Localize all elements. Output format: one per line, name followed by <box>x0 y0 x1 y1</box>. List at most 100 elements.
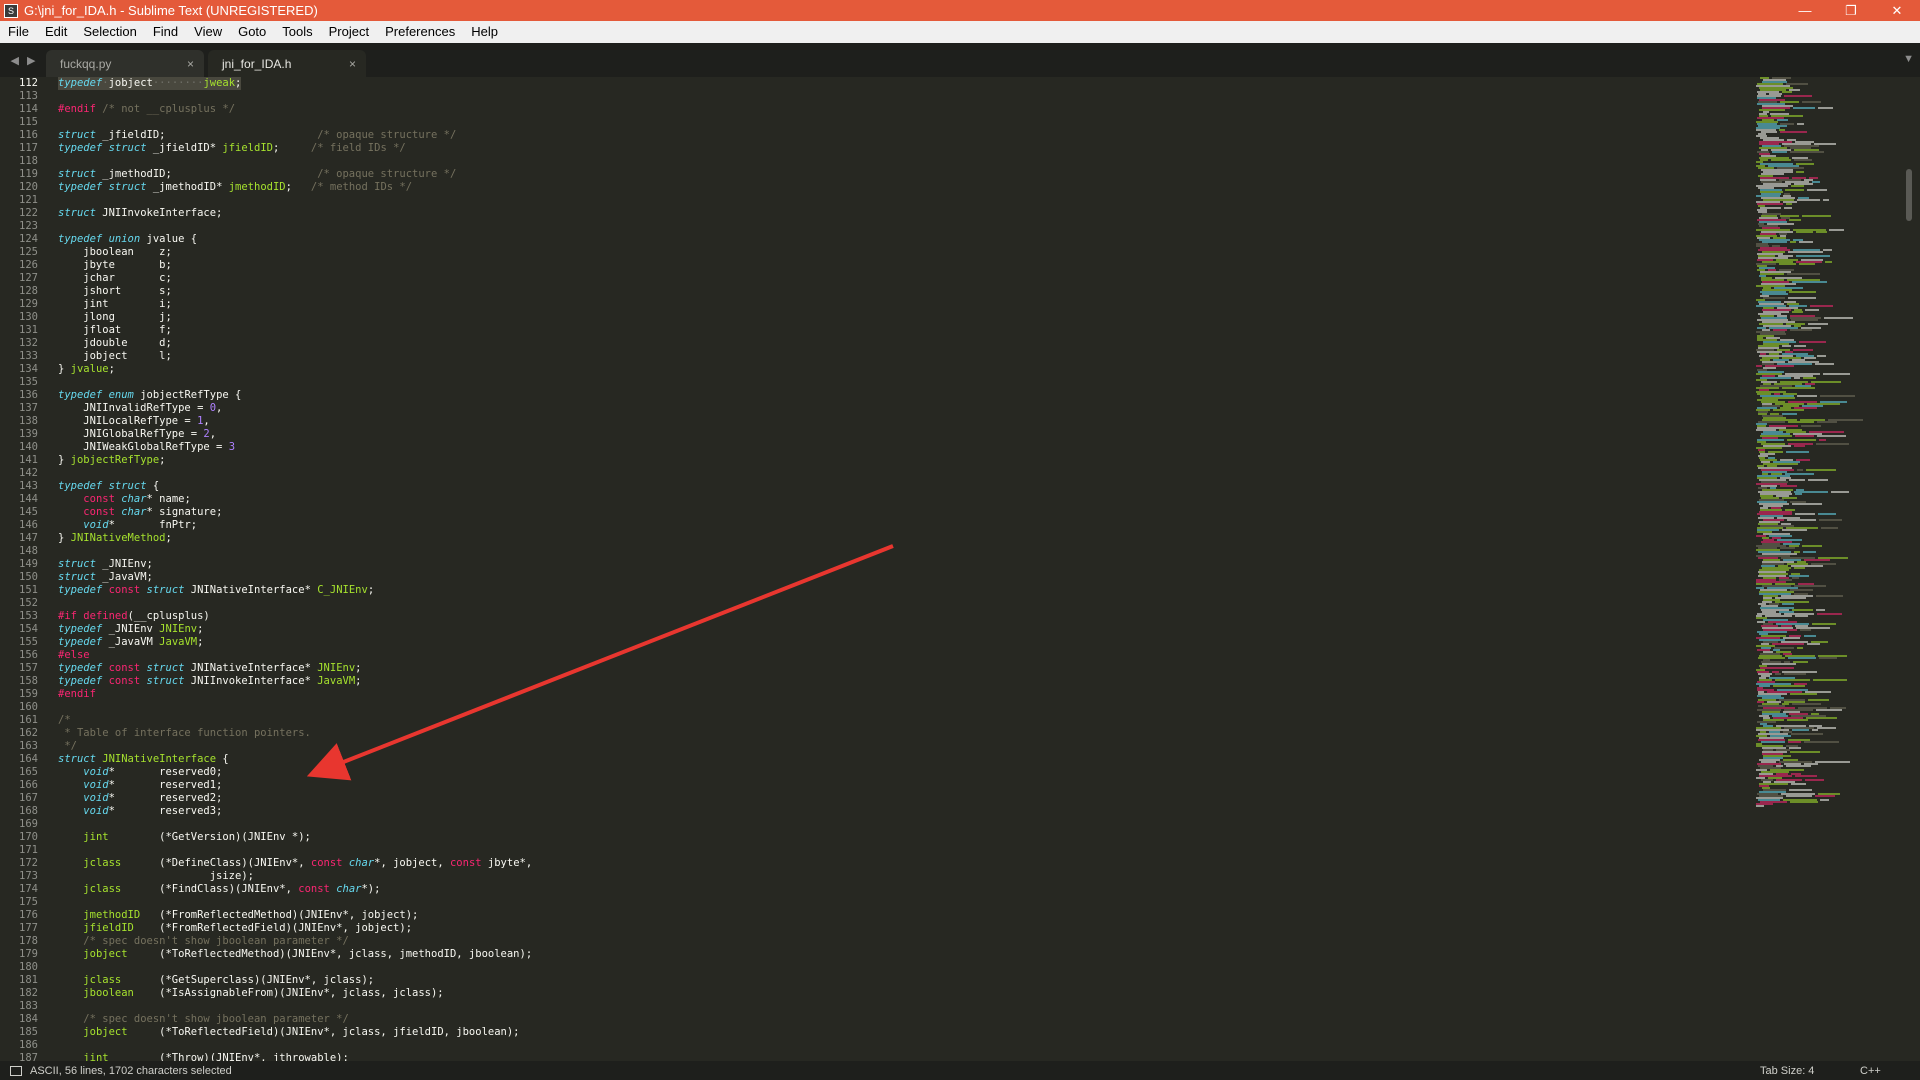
code-line[interactable]: typedef _JNIEnv JNIEnv; <box>58 623 1738 636</box>
code-line[interactable]: /* spec doesn't show jboolean parameter … <box>58 1013 1738 1026</box>
code-line[interactable]: struct JNINativeInterface { <box>58 753 1738 766</box>
code-line[interactable] <box>58 90 1738 103</box>
code-line[interactable]: void* reserved3; <box>58 805 1738 818</box>
tab-fuckqq-py[interactable]: fuckqq.py × <box>46 50 204 77</box>
code-line[interactable]: struct _JNIEnv; <box>58 558 1738 571</box>
code-line[interactable]: jchar c; <box>58 272 1738 285</box>
code-line[interactable]: void* reserved2; <box>58 792 1738 805</box>
code-line[interactable]: JNIInvalidRefType = 0, <box>58 402 1738 415</box>
code-line[interactable]: typedef enum jobjectRefType { <box>58 389 1738 402</box>
code-line[interactable]: JNIGlobalRefType = 2, <box>58 428 1738 441</box>
code-line[interactable]: jmethodID (*FromReflectedMethod)(JNIEnv*… <box>58 909 1738 922</box>
code-line[interactable]: jint (*GetVersion)(JNIEnv *); <box>58 831 1738 844</box>
code-line[interactable]: struct _jfieldID; /* opaque structure */ <box>58 129 1738 142</box>
code-line[interactable]: const char* name; <box>58 493 1738 506</box>
code-line[interactable]: jclass (*DefineClass)(JNIEnv*, const cha… <box>58 857 1738 870</box>
menu-view[interactable]: View <box>186 21 230 43</box>
close-window-button[interactable]: ✕ <box>1874 0 1920 21</box>
vertical-scrollbar[interactable] <box>1906 169 1912 221</box>
code-line[interactable]: typedef struct { <box>58 480 1738 493</box>
editor-area[interactable]: 112 113 114 115 116 117 118 119 120 121 122 123 124 1… <box>0 77 1920 1061</box>
code-line[interactable]: struct _jmethodID; /* opaque structure *… <box>58 168 1738 181</box>
code-line[interactable] <box>58 961 1738 974</box>
code-line[interactable]: struct JNIInvokeInterface; <box>58 207 1738 220</box>
maximize-button[interactable]: ❐ <box>1828 0 1874 21</box>
code-line[interactable] <box>58 844 1738 857</box>
code-line[interactable]: } jvalue; <box>58 363 1738 376</box>
code-line[interactable]: jint i; <box>58 298 1738 311</box>
code-line[interactable]: * Table of interface function pointers. <box>58 727 1738 740</box>
menu-file[interactable]: File <box>0 21 37 43</box>
code-line[interactable]: #if defined(__cplusplus) <box>58 610 1738 623</box>
menu-selection[interactable]: Selection <box>75 21 144 43</box>
code-line[interactable] <box>58 376 1738 389</box>
code-line[interactable] <box>58 701 1738 714</box>
code-line[interactable] <box>58 467 1738 480</box>
code-line[interactable]: JNIWeakGlobalRefType = 3 <box>58 441 1738 454</box>
code-line[interactable] <box>58 194 1738 207</box>
tab-size-indicator[interactable]: Tab Size: 4 <box>1760 1065 1860 1077</box>
code-line[interactable]: jshort s; <box>58 285 1738 298</box>
code-line[interactable] <box>58 545 1738 558</box>
code-line[interactable]: jclass (*GetSuperclass)(JNIEnv*, jclass)… <box>58 974 1738 987</box>
code-line[interactable]: jobject (*ToReflectedMethod)(JNIEnv*, jc… <box>58 948 1738 961</box>
code-line[interactable]: struct _JavaVM; <box>58 571 1738 584</box>
minimap[interactable] <box>1752 77 1902 1061</box>
code-line[interactable]: typedef struct _jfieldID* jfieldID; /* f… <box>58 142 1738 155</box>
code-line[interactable]: #endif <box>58 688 1738 701</box>
code-line[interactable]: void* fnPtr; <box>58 519 1738 532</box>
code-line[interactable]: */ <box>58 740 1738 753</box>
code-line[interactable]: jobject l; <box>58 350 1738 363</box>
code-line[interactable]: jint (*Throw)(JNIEnv*, jthrowable); <box>58 1052 1738 1061</box>
tab-jni-for-ida-h[interactable]: jni_for_IDA.h × <box>208 50 366 77</box>
code-line[interactable]: /* <box>58 714 1738 727</box>
code-line[interactable]: jboolean (*IsAssignableFrom)(JNIEnv*, jc… <box>58 987 1738 1000</box>
code-line[interactable]: #else <box>58 649 1738 662</box>
code-line[interactable] <box>58 116 1738 129</box>
code-line[interactable]: void* reserved0; <box>58 766 1738 779</box>
menu-preferences[interactable]: Preferences <box>377 21 463 43</box>
menu-edit[interactable]: Edit <box>37 21 75 43</box>
code-line[interactable] <box>58 896 1738 909</box>
code-line[interactable]: jboolean z; <box>58 246 1738 259</box>
back-arrow-icon[interactable]: ◀ <box>11 54 19 67</box>
tab-list-dropdown-icon[interactable]: ▼ <box>1903 53 1914 65</box>
code-line[interactable]: const char* signature; <box>58 506 1738 519</box>
code-line[interactable]: typedef const struct JNINativeInterface*… <box>58 584 1738 597</box>
code-line[interactable]: jfloat f; <box>58 324 1738 337</box>
menu-project[interactable]: Project <box>321 21 377 43</box>
code-line[interactable] <box>58 220 1738 233</box>
code-line[interactable] <box>58 597 1738 610</box>
forward-arrow-icon[interactable]: ▶ <box>27 54 35 67</box>
code-line[interactable]: void* reserved1; <box>58 779 1738 792</box>
code-line[interactable]: jlong j; <box>58 311 1738 324</box>
code-line[interactable]: JNILocalRefType = 1, <box>58 415 1738 428</box>
tab-close-icon[interactable]: × <box>187 57 194 71</box>
panel-toggle-icon[interactable] <box>10 1065 22 1076</box>
code-line[interactable]: typedef _JavaVM JavaVM; <box>58 636 1738 649</box>
code-line[interactable] <box>58 1000 1738 1013</box>
syntax-indicator[interactable]: C++ <box>1860 1065 1920 1077</box>
menu-find[interactable]: Find <box>145 21 186 43</box>
code-line[interactable]: jobject (*ToReflectedField)(JNIEnv*, jcl… <box>58 1026 1738 1039</box>
code-line[interactable] <box>58 818 1738 831</box>
code-line[interactable]: jdouble d; <box>58 337 1738 350</box>
code-line[interactable]: jfieldID (*FromReflectedField)(JNIEnv*, … <box>58 922 1738 935</box>
minimize-button[interactable]: — <box>1782 0 1828 21</box>
code-view[interactable]: typedef·jobject········jweak; #endif /* … <box>58 77 1738 1061</box>
code-line[interactable]: } JNINativeMethod; <box>58 532 1738 545</box>
code-line[interactable]: #endif /* not __cplusplus */ <box>58 103 1738 116</box>
code-line[interactable] <box>58 155 1738 168</box>
code-line[interactable]: jsize); <box>58 870 1738 883</box>
code-line[interactable]: typedef union jvalue { <box>58 233 1738 246</box>
code-line[interactable] <box>58 1039 1738 1052</box>
tab-close-icon[interactable]: × <box>349 57 356 71</box>
code-line[interactable]: typedef const struct JNIInvokeInterface*… <box>58 675 1738 688</box>
code-line[interactable]: jclass (*FindClass)(JNIEnv*, const char*… <box>58 883 1738 896</box>
menu-tools[interactable]: Tools <box>274 21 320 43</box>
code-line[interactable]: typedef const struct JNINativeInterface*… <box>58 662 1738 675</box>
menu-help[interactable]: Help <box>463 21 506 43</box>
code-line[interactable]: typedef struct _jmethodID* jmethodID; /*… <box>58 181 1738 194</box>
code-line[interactable]: /* spec doesn't show jboolean parameter … <box>58 935 1738 948</box>
code-line[interactable]: typedef·jobject········jweak; <box>58 77 1738 90</box>
